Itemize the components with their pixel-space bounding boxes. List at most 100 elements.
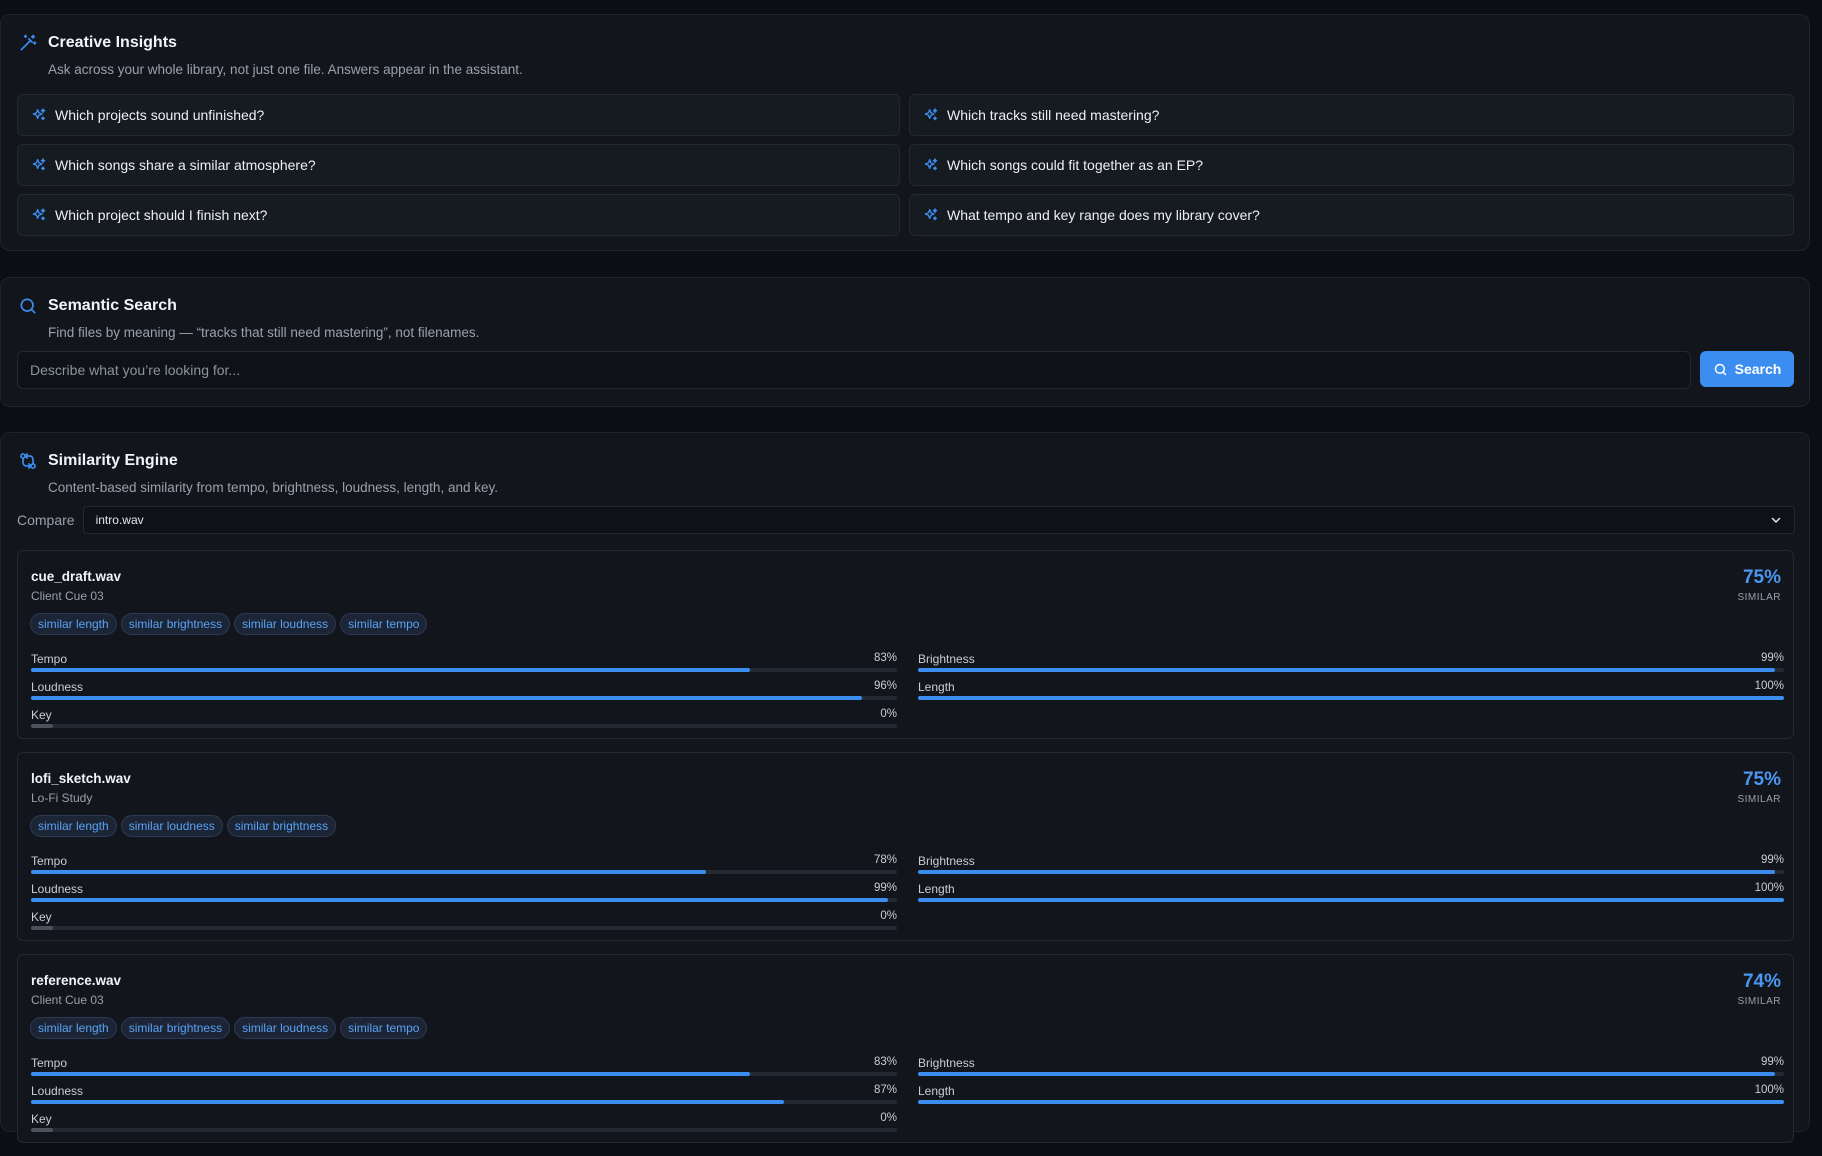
similarity-tag: similar tempo bbox=[340, 1017, 428, 1039]
metric-key: Key 0% bbox=[31, 910, 897, 930]
sparkles-icon bbox=[32, 108, 46, 121]
tag-list: similar length similar loudness similar … bbox=[30, 815, 337, 837]
metric-fill bbox=[31, 926, 53, 930]
similarity-tag: similar length bbox=[30, 613, 117, 635]
metric-loudness: Loudness 96% bbox=[31, 680, 897, 700]
metric-value: 100% bbox=[1754, 1084, 1784, 1096]
similarity-percent: 74% bbox=[1742, 971, 1781, 992]
metric-label: Tempo bbox=[31, 854, 68, 868]
similarity-caption: SIMILAR bbox=[1737, 592, 1781, 603]
chevron-down-icon bbox=[1771, 517, 1780, 523]
semantic-search-panel: Semantic Search Find files by meaning — … bbox=[0, 277, 1810, 407]
insight-prompt-button[interactable]: Which tracks still need mastering? bbox=[909, 94, 1794, 136]
metric-key: Key 0% bbox=[31, 708, 897, 728]
metric-label: Length bbox=[918, 882, 955, 896]
metric-track bbox=[31, 724, 897, 728]
result-filename: reference.wav bbox=[31, 973, 122, 988]
metric-label: Loudness bbox=[31, 882, 84, 896]
metric-tempo: Tempo 78% bbox=[31, 854, 897, 874]
compare-select[interactable]: intro.wav bbox=[82, 506, 1795, 534]
metric-track bbox=[31, 870, 897, 874]
similarity-tag: similar length bbox=[30, 1017, 117, 1039]
result-filename: lofi_sketch.wav bbox=[31, 771, 131, 786]
metric-track bbox=[31, 1128, 897, 1132]
insight-prompt-button[interactable]: Which songs share a similar atmosphere? bbox=[17, 144, 900, 186]
metric-value: 100% bbox=[1754, 882, 1784, 894]
search-icon bbox=[1714, 363, 1726, 375]
metric-fill bbox=[918, 870, 1776, 874]
metric-track bbox=[918, 696, 1784, 700]
tag-list: similar length similar brightness simila… bbox=[30, 613, 428, 635]
metric-fill bbox=[31, 724, 53, 728]
similarity-result-card[interactable]: reference.wav Client Cue 03 74% SIMILAR … bbox=[17, 954, 1794, 1143]
metric-value: 99% bbox=[1760, 1056, 1784, 1068]
metric-label: Loudness bbox=[31, 680, 84, 694]
metric-fill bbox=[31, 870, 707, 874]
similarity-tag: similar brightness bbox=[120, 613, 231, 635]
panel-title: Similarity Engine bbox=[48, 452, 178, 469]
metric-fill bbox=[918, 898, 1784, 902]
metric-value: 99% bbox=[873, 882, 897, 894]
sparkles-icon bbox=[924, 158, 938, 171]
panel-title: Semantic Search bbox=[48, 297, 177, 314]
metric-track bbox=[31, 696, 897, 700]
similarity-tag: similar loudness bbox=[234, 613, 337, 635]
metric-track bbox=[918, 898, 1784, 902]
metric-label: Tempo bbox=[31, 652, 68, 666]
metric-track bbox=[31, 898, 897, 902]
metric-brightness: Brightness 99% bbox=[918, 854, 1784, 874]
panel-subtitle: Ask across your whole library, not just … bbox=[48, 62, 523, 77]
insight-prompt-label: Which projects sound unfinished? bbox=[55, 107, 265, 123]
metric-value: 99% bbox=[1760, 652, 1784, 664]
metric-fill bbox=[31, 1072, 750, 1076]
insight-prompt-button[interactable]: What tempo and key range does my library… bbox=[909, 194, 1794, 236]
metric-fill bbox=[918, 696, 1784, 700]
magic-wand-icon bbox=[18, 33, 38, 53]
metric-fill bbox=[31, 1100, 785, 1104]
insight-prompt-label: Which tracks still need mastering? bbox=[947, 107, 1160, 123]
result-filename: cue_draft.wav bbox=[31, 569, 122, 584]
similarity-result-list: cue_draft.wav Client Cue 03 75% SIMILAR … bbox=[17, 550, 1794, 1156]
search-button[interactable]: Search bbox=[1700, 351, 1794, 387]
similarity-tag: similar loudness bbox=[120, 815, 223, 837]
similarity-result-card[interactable]: lofi_sketch.wav Lo-Fi Study 75% SIMILAR … bbox=[17, 752, 1794, 941]
metric-track bbox=[31, 668, 897, 672]
metric-fill bbox=[31, 696, 863, 700]
insight-prompt-button[interactable]: Which project should I finish next? bbox=[17, 194, 900, 236]
result-project: Client Cue 03 bbox=[31, 589, 104, 603]
metric-key: Key 0% bbox=[31, 1112, 897, 1132]
similarity-score: 74% SIMILAR bbox=[1737, 971, 1781, 1007]
metric-value: 83% bbox=[873, 1056, 897, 1068]
insight-prompt-label: Which project should I finish next? bbox=[55, 207, 268, 223]
compare-label: Compare bbox=[17, 512, 75, 528]
similarity-percent: 75% bbox=[1742, 567, 1781, 588]
metric-label: Loudness bbox=[31, 1084, 84, 1098]
compare-row: Compare intro.wav bbox=[17, 506, 1795, 534]
sparkles-icon bbox=[924, 108, 938, 121]
metric-loudness: Loudness 87% bbox=[31, 1084, 897, 1104]
metric-length: Length 100% bbox=[918, 680, 1784, 700]
tag-list: similar length similar brightness simila… bbox=[30, 1017, 428, 1039]
metric-track bbox=[31, 1072, 897, 1076]
similarity-score: 75% SIMILAR bbox=[1737, 567, 1781, 603]
panel-subtitle: Find files by meaning — “tracks that sti… bbox=[48, 325, 480, 340]
metric-value: 96% bbox=[873, 680, 897, 692]
metric-label: Length bbox=[918, 1084, 955, 1098]
metric-label: Key bbox=[31, 708, 52, 722]
insight-prompt-button[interactable]: Which songs could fit together as an EP? bbox=[909, 144, 1794, 186]
result-project: Client Cue 03 bbox=[31, 993, 104, 1007]
metric-value: 0% bbox=[880, 708, 897, 720]
result-project: Lo-Fi Study bbox=[31, 791, 93, 805]
similarity-tag: similar tempo bbox=[340, 613, 428, 635]
panel-title: Creative Insights bbox=[48, 34, 177, 51]
metric-label: Key bbox=[31, 1112, 52, 1126]
sparkles-icon bbox=[924, 208, 938, 221]
metric-track bbox=[918, 668, 1784, 672]
insight-prompt-button[interactable]: Which projects sound unfinished? bbox=[17, 94, 900, 136]
semantic-search-input[interactable] bbox=[17, 351, 1691, 389]
similarity-tag: similar brightness bbox=[226, 815, 337, 837]
metric-track bbox=[918, 1072, 1784, 1076]
similarity-tag: similar loudness bbox=[234, 1017, 337, 1039]
similarity-result-card[interactable]: cue_draft.wav Client Cue 03 75% SIMILAR … bbox=[17, 550, 1794, 739]
metric-track bbox=[31, 926, 897, 930]
